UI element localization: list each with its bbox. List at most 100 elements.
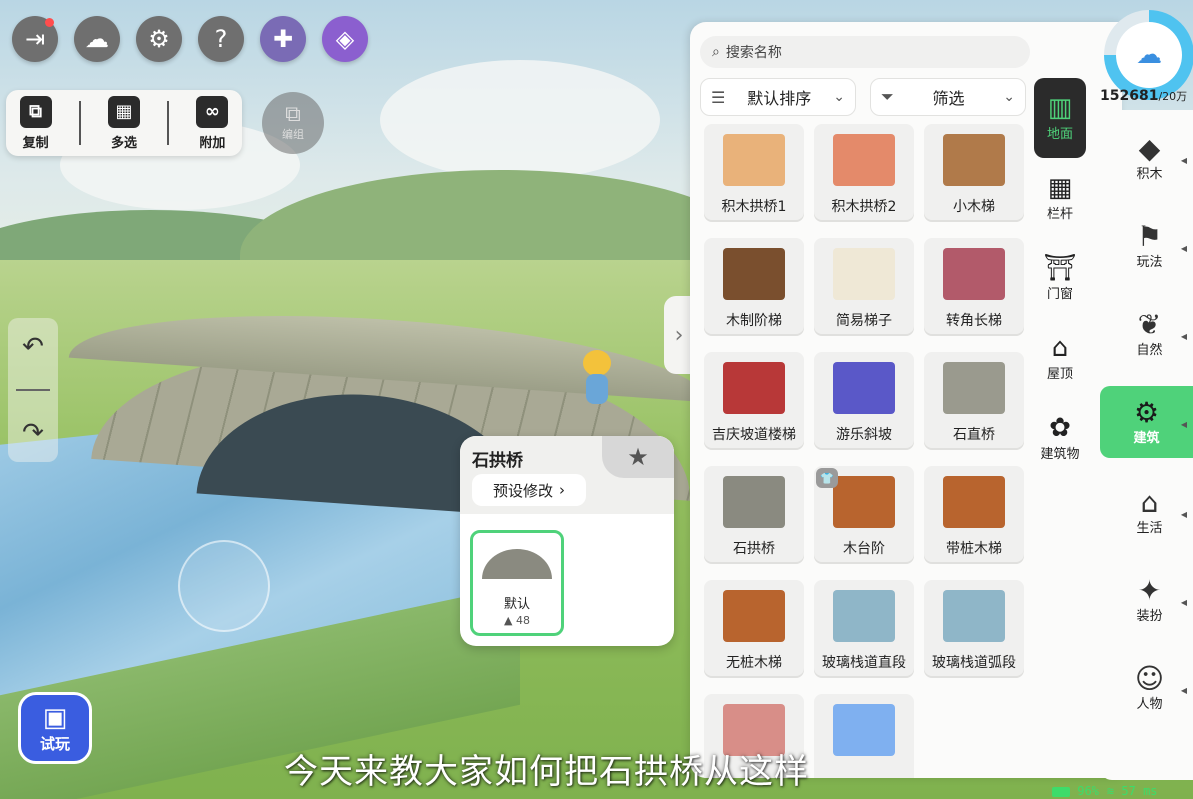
expand-triangle-icon: ◀ — [1180, 420, 1187, 429]
try-play-button[interactable]: ▣ 试玩 — [18, 692, 92, 764]
sort-icon: ☰ — [711, 87, 726, 107]
item-thumbnail — [833, 590, 895, 642]
sort-dropdown[interactable]: ☰ 默认排序 ⌄ — [700, 78, 856, 116]
item-label: 木制阶梯 — [726, 313, 782, 329]
search-icon: ⌕ — [712, 44, 720, 60]
filter-icon: ⏷ — [881, 87, 894, 106]
favorite-star-icon[interactable]: ★ — [602, 436, 674, 478]
item-label: 简易梯子 — [836, 313, 892, 329]
undo-icon[interactable]: ↶ — [22, 332, 44, 362]
expand-triangle-icon: ◀ — [1180, 332, 1187, 341]
chevron-down-icon: ⌄ — [833, 89, 845, 105]
item-label: 积木拱桥2 — [831, 199, 897, 215]
door-icon: ⛩ — [1043, 252, 1077, 283]
status-bar: 96% ≋ 57 ms — [1052, 784, 1158, 798]
puzzle-icon[interactable]: ✚ — [260, 16, 306, 62]
attach-button[interactable]: ∞ 附加 — [196, 95, 229, 151]
settings-icon[interactable]: ⚙ — [136, 16, 182, 62]
item-tile[interactable]: 吉庆坡道楼梯 — [704, 352, 804, 450]
gamepad-icon: ▣ — [42, 702, 68, 733]
multi-select-button[interactable]: ▦ 多选 — [107, 95, 140, 151]
rail-category[interactable]: ⚑ 玩法 ◀ — [1106, 210, 1193, 282]
item-tile[interactable]: 积木拱桥2 — [814, 124, 914, 222]
rail-category[interactable]: ◆ 积木 ◀ — [1106, 122, 1193, 194]
item-thumbnail — [943, 476, 1005, 528]
edit-toolbar: ⧉ 复制 ▦ 多选 ∞ 附加 — [6, 90, 242, 156]
category-tab[interactable]: ▥ 地面 — [1034, 78, 1086, 158]
rail-category[interactable]: ✦ 装扮 ◀ — [1106, 564, 1193, 636]
item-tile[interactable]: 游乐斜坡 — [814, 352, 914, 450]
item-tile[interactable]: 👕 木台阶 — [814, 466, 914, 564]
item-label: 积木拱桥1 — [721, 199, 787, 215]
notification-dot — [45, 18, 54, 27]
copy-icon: ⧉ — [19, 95, 52, 128]
item-tile[interactable]: 石直桥 — [924, 352, 1024, 450]
rail-category[interactable]: ⌂ 生活 ◀ — [1106, 476, 1193, 548]
item-thumbnail — [943, 134, 1005, 186]
rail-category[interactable]: ⚙ 建筑 ◀ — [1100, 386, 1193, 458]
variant-count-value: 48 — [515, 614, 530, 627]
category-label: 门窗 — [1046, 286, 1073, 302]
item-tile[interactable] — [814, 694, 914, 778]
item-thumbnail — [833, 476, 895, 528]
item-label: 玻璃栈道直段 — [822, 655, 906, 671]
chevron-right-icon: › — [559, 481, 565, 499]
group-button[interactable]: ⧉ 编组 — [262, 92, 324, 154]
popup-header: 石拱桥 ★ 预设修改 › — [460, 436, 674, 514]
right-rail: ☁ 152681/20万 ◆ 积木 ◀ ⚑ 玩法 ◀ ❦ 自然 ◀ ⚙ 建筑 ◀ ⌂ 生活 ◀ ✦ 装扮 ◀ ☺ 人物… — [1100, 0, 1193, 799]
undo-redo-panel: ↶ ↷ — [8, 318, 58, 462]
filter-label: 筛选 — [932, 89, 965, 108]
item-tile[interactable]: 木制阶梯 — [704, 238, 804, 336]
exit-icon[interactable]: ⇥ — [12, 16, 58, 62]
category-tab[interactable]: ⌂ 屋顶 — [1034, 318, 1086, 398]
item-thumbnail — [833, 248, 895, 300]
gameplay-icon: ⚑ — [1136, 219, 1163, 253]
item-tile[interactable]: 带桩木梯 — [924, 466, 1024, 564]
item-tile[interactable]: 小木梯 — [924, 124, 1024, 222]
item-label: 石拱桥 — [733, 541, 775, 557]
character-body — [586, 374, 608, 404]
redo-icon[interactable]: ↷ — [22, 418, 44, 448]
cloud — [380, 60, 660, 180]
item-tile[interactable]: 无桩木梯 — [704, 580, 804, 678]
item-tile[interactable]: 玻璃栈道弧段 — [924, 580, 1024, 678]
preset-edit-button[interactable]: 预设修改 › — [472, 474, 586, 506]
railing-icon: ▦ — [1047, 172, 1073, 203]
filter-dropdown[interactable]: ⏷ 筛选 ⌄ — [870, 78, 1026, 116]
item-thumbnail — [723, 590, 785, 642]
variant-name: 默认 — [503, 597, 530, 612]
rail-category[interactable]: ☺ 人物 ◀ — [1106, 652, 1193, 724]
category-rail-panel: ◆ 积木 ◀ ⚑ 玩法 ◀ ❦ 自然 ◀ ⚙ 建筑 ◀ ⌂ 生活 ◀ ✦ 装扮 ◀ ☺ 人物 ◀ — [1100, 110, 1193, 780]
building-library-panel: ⌕ 搜索名称 ☰ 默认排序 ⌄ ⏷ 筛选 ⌄ 积木拱桥1 积木拱桥2 小木梯木制阶梯… — [690, 22, 1122, 778]
category-tab[interactable]: ▦ 栏杆 — [1034, 158, 1086, 238]
category-tab[interactable]: ✿ 建筑物 — [1034, 398, 1086, 478]
item-thumbnail — [723, 248, 785, 300]
item-tile[interactable]: 积木拱桥1 — [704, 124, 804, 222]
item-tile[interactable]: 石拱桥 — [704, 466, 804, 564]
item-tile[interactable]: 玻璃栈道直段 — [814, 580, 914, 678]
group-icon: ⧉ — [285, 102, 301, 127]
copy-button[interactable]: ⧉ 复制 — [19, 95, 52, 151]
search-input[interactable]: ⌕ 搜索名称 — [700, 36, 1030, 68]
category-tab[interactable]: ⛩ 门窗 — [1034, 238, 1086, 318]
item-tile[interactable]: 转角长梯 — [924, 238, 1024, 336]
decor-icon: ✦ — [1137, 573, 1162, 607]
rail-category[interactable]: ❦ 自然 ◀ — [1106, 298, 1193, 370]
multi-select-label: 多选 — [110, 135, 137, 151]
cloud-upload-icon[interactable]: ☁ — [74, 16, 120, 62]
group-label: 编组 — [282, 128, 304, 141]
item-tile[interactable]: 简易梯子 — [814, 238, 914, 336]
item-thumbnail — [723, 476, 785, 528]
variant-card-default[interactable]: 默认 ▲ 48 — [470, 530, 564, 636]
attach-icon: ∞ — [196, 95, 229, 128]
help-icon[interactable]: ? — [198, 16, 244, 62]
top-toolbar: ⇥ ☁ ⚙ ? ✚ ◈ — [12, 16, 368, 62]
item-label: 吉庆坡道楼梯 — [712, 427, 796, 443]
cube-icon[interactable]: ◈ — [322, 16, 368, 62]
player-character — [580, 350, 614, 410]
move-joystick[interactable] — [178, 540, 270, 632]
ping-status: ≋ 57 ms — [1107, 784, 1158, 798]
item-thumbnail — [723, 134, 785, 186]
rail-label: 生活 — [1136, 520, 1163, 536]
cloud-icon: ☁ — [1116, 22, 1182, 88]
